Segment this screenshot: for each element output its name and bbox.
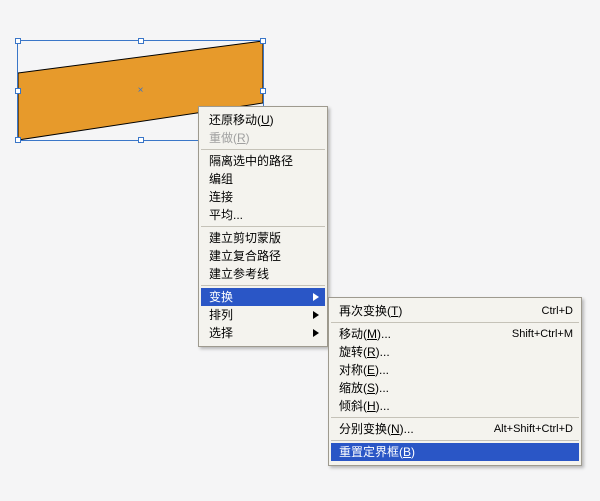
canvas[interactable]: × 还原移动(U) 重做(R) 隔离选中的路径 编组 连接 平均... [0, 0, 600, 501]
context-menu-group-undo: 还原移动(U) 重做(R) [201, 109, 325, 150]
selection-center-icon: × [137, 87, 145, 95]
menu-item-make-guides[interactable]: 建立参考线 [201, 265, 325, 283]
submenu-arrow-icon [313, 293, 319, 301]
menu-item-label: 平均... [209, 206, 319, 224]
menu-item-join[interactable]: 连接 [201, 188, 325, 206]
menu-item-make-clipping-mask[interactable]: 建立剪切蒙版 [201, 229, 325, 247]
resize-handle-tl[interactable] [15, 38, 21, 44]
transform-submenu-group-again: 再次变换(T) Ctrl+D [331, 300, 579, 323]
menu-item-label: 隔离选中的路径 [209, 152, 319, 170]
context-menu-group-submenus: 变换 排列 选择 [201, 286, 325, 344]
resize-handle-tm[interactable] [138, 38, 144, 44]
menu-item-label: 倾斜(H)... [339, 397, 573, 415]
menu-item-label: 对称(E)... [339, 361, 573, 379]
menu-item-make-compound-path[interactable]: 建立复合路径 [201, 247, 325, 265]
transform-submenu-group-reset: 重置定界框(B) [331, 441, 579, 463]
resize-handle-tr[interactable] [260, 38, 266, 44]
menu-item-reset-bounding-box[interactable]: 重置定界框(B) [331, 443, 579, 461]
menu-item-arrange[interactable]: 排列 [201, 306, 325, 324]
context-menu: 还原移动(U) 重做(R) 隔离选中的路径 编组 连接 平均... 建立剪切蒙版 [198, 106, 328, 347]
menu-item-shear[interactable]: 倾斜(H)... [331, 397, 579, 415]
menu-item-move[interactable]: 移动(M)... Shift+Ctrl+M [331, 325, 579, 343]
menu-item-undo-move[interactable]: 还原移动(U) [201, 111, 325, 129]
menu-item-label: 旋转(R)... [339, 343, 573, 361]
menu-item-isolate-path[interactable]: 隔离选中的路径 [201, 152, 325, 170]
menu-item-average[interactable]: 平均... [201, 206, 325, 224]
resize-handle-mr[interactable] [260, 88, 266, 94]
resize-handle-bl[interactable] [15, 137, 21, 143]
menu-item-shortcut: Shift+Ctrl+M [502, 325, 573, 343]
menu-item-select[interactable]: 选择 [201, 324, 325, 342]
menu-item-label: 建立复合路径 [209, 247, 319, 265]
menu-item-label: 连接 [209, 188, 319, 206]
menu-item-label: 编组 [209, 170, 319, 188]
transform-submenu-group-each: 分别变换(N)... Alt+Shift+Ctrl+D [331, 418, 579, 441]
menu-item-label: 建立参考线 [209, 265, 319, 283]
transform-submenu: 再次变换(T) Ctrl+D 移动(M)... Shift+Ctrl+M 旋转(… [328, 297, 582, 466]
menu-item-reflect[interactable]: 对称(E)... [331, 361, 579, 379]
menu-item-shortcut: Alt+Shift+Ctrl+D [484, 420, 573, 438]
menu-item-redo: 重做(R) [201, 129, 325, 147]
menu-item-label: 移动(M)... [339, 325, 502, 343]
menu-item-label: 排列 [209, 306, 313, 324]
resize-handle-ml[interactable] [15, 88, 21, 94]
submenu-arrow-icon [313, 329, 319, 337]
menu-item-group[interactable]: 编组 [201, 170, 325, 188]
menu-item-label: 建立剪切蒙版 [209, 229, 319, 247]
menu-item-scale[interactable]: 缩放(S)... [331, 379, 579, 397]
menu-item-transform-again[interactable]: 再次变换(T) Ctrl+D [331, 302, 579, 320]
menu-item-label: 重置定界框(B) [339, 443, 573, 461]
menu-item-rotate[interactable]: 旋转(R)... [331, 343, 579, 361]
menu-item-label: 重做(R) [209, 129, 319, 147]
menu-item-label: 缩放(S)... [339, 379, 573, 397]
menu-item-shortcut: Ctrl+D [532, 302, 573, 320]
menu-item-label: 再次变换(T) [339, 302, 532, 320]
menu-item-label: 还原移动(U) [209, 111, 319, 129]
menu-item-label: 选择 [209, 324, 313, 342]
resize-handle-bm[interactable] [138, 137, 144, 143]
context-menu-group-make: 建立剪切蒙版 建立复合路径 建立参考线 [201, 227, 325, 286]
context-menu-group-path: 隔离选中的路径 编组 连接 平均... [201, 150, 325, 227]
menu-item-transform[interactable]: 变换 [201, 288, 325, 306]
menu-item-transform-each[interactable]: 分别变换(N)... Alt+Shift+Ctrl+D [331, 420, 579, 438]
menu-item-label: 变换 [209, 288, 313, 306]
transform-submenu-group-ops: 移动(M)... Shift+Ctrl+M 旋转(R)... 对称(E)... … [331, 323, 579, 418]
menu-item-label: 分别变换(N)... [339, 420, 484, 438]
submenu-arrow-icon [313, 311, 319, 319]
